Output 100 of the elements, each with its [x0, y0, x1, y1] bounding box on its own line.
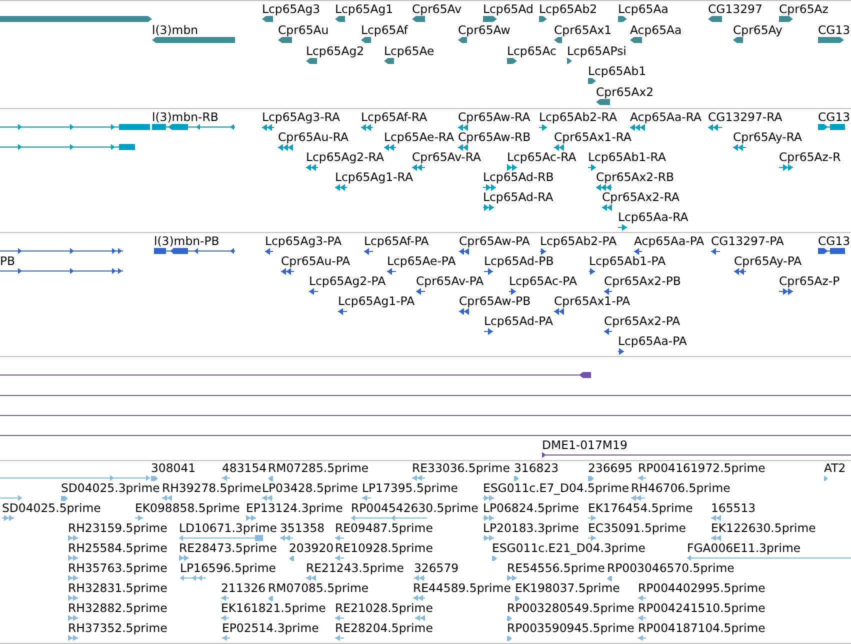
est-label: 483154: [222, 461, 267, 475]
transcript-label: Cpr65Ax2-PA: [604, 314, 680, 328]
gene-label: Lcp65Ag1: [335, 2, 394, 16]
gene-label: Cpr65Ax2: [596, 85, 654, 99]
transcript-label: Lcp65Ac-RA: [507, 150, 576, 164]
transcript-label: Lcp65Ab1-PA: [589, 254, 666, 268]
transcript-label: Lcp65Ad-PA: [484, 314, 553, 328]
gene-label: Lcp65Aa: [618, 2, 668, 16]
transcript-label: CG13: [818, 234, 850, 248]
gene-label: Lcp65Ab1: [588, 64, 646, 78]
est-label: RP004187104.5prime: [638, 621, 766, 635]
transcript-label: Cpr65Aw-RA: [458, 110, 530, 124]
transcript-label: Lcp65Ag3-RA: [262, 110, 340, 124]
est-label: 211326: [221, 581, 266, 595]
est-label: ESG011c.E21_D04.3prime: [492, 541, 646, 555]
gene-label: Lcp65Ac: [507, 44, 556, 58]
gene-label: CG13: [818, 22, 850, 37]
est-label: SD04025.3prime: [61, 481, 160, 495]
est-label: EK176454.5prime: [588, 501, 693, 515]
est-label: 165513: [711, 501, 756, 515]
transcript-label: Cpr65Ax1-RA: [554, 130, 632, 144]
transcript-label: Cpr65Aw-PB: [459, 294, 531, 308]
transcript-label: Cpr65Aw-RB: [458, 130, 531, 144]
est-label: EP13124.3prime: [246, 501, 343, 515]
est-label: RE54556.5prime: [507, 561, 605, 575]
est-label: LP17395.5prime: [362, 481, 458, 495]
transcript-label: Lcp65Ab2-RA: [539, 110, 617, 124]
est-label: RP003046570.5prime: [607, 561, 734, 575]
gene-label: Lcp65Ad: [483, 2, 534, 16]
transcript-label: Cpr65Az-R: [779, 150, 841, 164]
est-label: FGA006E11.3prime: [687, 541, 801, 555]
est-label: SD04025.5prime: [2, 501, 101, 515]
transcript-label: Lcp65Ab2-PA: [540, 234, 617, 248]
transcript-label: Cpr65Ay-PA: [734, 254, 802, 268]
est-label: RE21028.5prime: [335, 601, 433, 615]
est-label: RH23159.5prime: [68, 521, 168, 535]
transcript-label: CG13297-RA: [708, 110, 782, 124]
est-label: RE33036.5prime: [412, 461, 510, 475]
transcript-label: Cpr65Av-RA: [412, 150, 482, 164]
transcript-label: Cpr65Ax2-PB: [604, 274, 681, 288]
transcript-label: Cpr65Ax2-RB: [596, 170, 674, 184]
gene-label: Lcp65Ae: [384, 44, 434, 58]
gene-label: Lcp65Ab2: [539, 2, 598, 16]
transcript-label: Lcp65Ag2-RA: [306, 150, 384, 164]
transcript-label: Cpr65Ax2-RA: [602, 190, 680, 204]
transcript-label: CG13: [818, 110, 850, 124]
est-label: RH35763.5prime: [68, 561, 168, 575]
est-label: RP004402995.5prime: [638, 581, 766, 595]
est-label: 326579: [414, 561, 459, 575]
transcript-label: Lcp65Ae-PA: [387, 254, 456, 268]
transcript-label: Lcp65Ag2-PA: [309, 274, 386, 288]
est-label: 236695: [588, 461, 633, 475]
est-label: RE28204.5prime: [335, 621, 433, 635]
gene-label: CG13297: [708, 2, 762, 16]
gene-label: Cpr65Aw: [458, 22, 510, 37]
est-label: EP02514.3prime: [222, 621, 319, 635]
est-label: EK161821.5prime: [221, 601, 326, 615]
transcript-label: Lcp65Ad-RB: [483, 170, 554, 184]
transcript-label: Lcp65Ag1-RA: [335, 170, 413, 184]
est-label: AT2: [824, 461, 846, 475]
transcript-label: Cpr65Aw-PA: [459, 234, 530, 248]
transcript-label: Lcp65Ae-RA: [384, 130, 454, 144]
gene-label: Cpr65Az: [779, 2, 828, 16]
gene-label: Lcp65APsi: [567, 44, 626, 58]
est-label: RP004241510.5prime: [638, 601, 766, 615]
est-label: LP20183.3prime: [483, 521, 579, 535]
est-label: LP06824.5prime: [483, 501, 579, 515]
gene-label: Cpr65Av: [412, 2, 462, 16]
est-label: 351358: [280, 521, 325, 535]
est-label: RE21243.5prime: [306, 561, 404, 575]
transcript-label: Lcp65Ac-PA: [509, 274, 577, 288]
transcript-label: Lcp65Aa-RA: [618, 210, 688, 224]
est-label: RH46706.5prime: [631, 481, 730, 495]
est-label: ESG011c.E7_D04.5prime: [483, 481, 630, 495]
est-label: RE09487.5prime: [335, 521, 433, 535]
est-label: EC35091.5prime: [588, 521, 686, 535]
est-label: 203920: [289, 541, 334, 555]
transcript-label: Acp65Aa-RA: [630, 110, 702, 124]
transcript-label: Lcp65Af-RA: [361, 110, 428, 124]
est-label: RH39278.5prime: [162, 481, 262, 495]
gene-label: Lcp65Ag2: [306, 44, 364, 58]
transcript-label: Cpr65Az-P: [779, 274, 840, 288]
est-label: 316823: [514, 461, 559, 475]
transcript-label: Cpr65Av-PA: [416, 274, 484, 288]
transcript-label: Cpr65Ay-RA: [733, 130, 802, 144]
est-label: RP003590945.5prime: [507, 621, 634, 635]
est-label: LP03428.5prime: [262, 481, 358, 495]
transcript-label: l(3)mbn-PB: [154, 234, 220, 248]
gene-label: Cpr65Ay: [733, 22, 782, 37]
est-label: RH32882.5prime: [68, 601, 168, 615]
gene-label: Lcp65Ag3: [262, 2, 320, 16]
est-label: RP004161972.5prime: [638, 461, 766, 475]
est-label: RP004542630.5prime: [351, 501, 478, 515]
transcript-label: Lcp65Ag3-PA: [265, 234, 342, 248]
est-label: RH32831.5prime: [68, 581, 168, 595]
transcript-label: Lcp65Af-PA: [364, 234, 429, 248]
est-label: RH25584.5prime: [68, 541, 168, 555]
gene-label: Cpr65Ax1: [554, 22, 612, 37]
transcript-label: Lcp65Aa-PA: [618, 334, 687, 348]
transcript-label: Lcp65Ad-RA: [483, 190, 554, 204]
